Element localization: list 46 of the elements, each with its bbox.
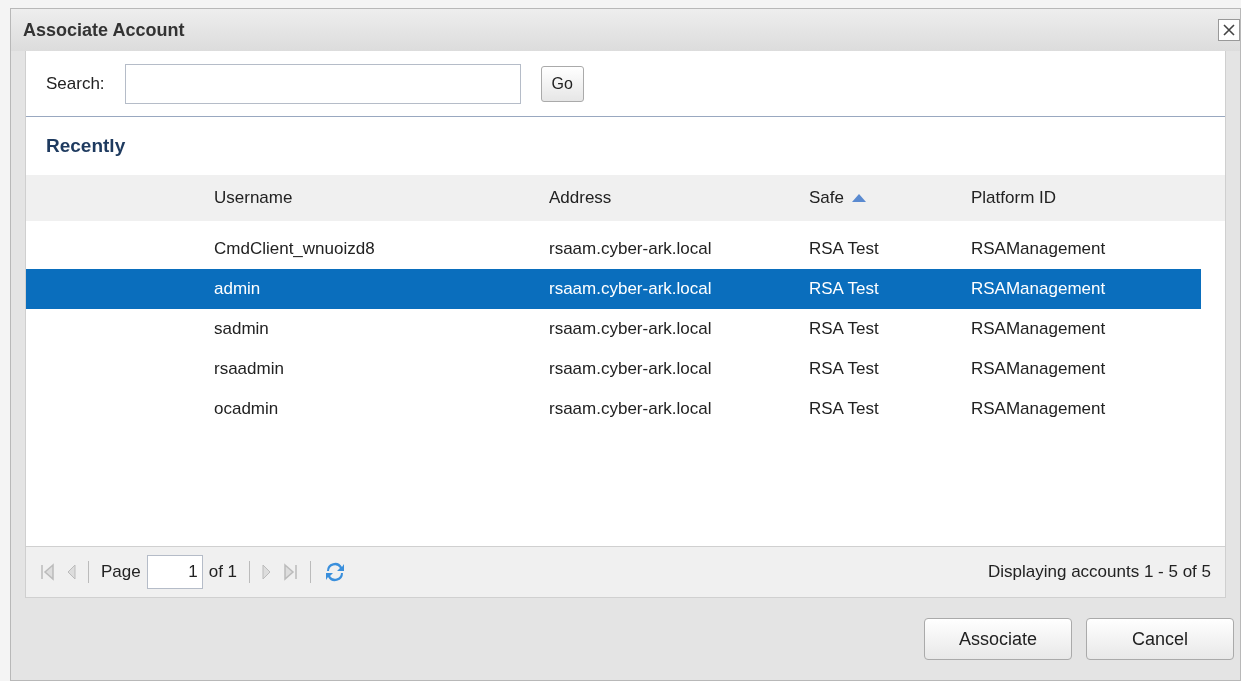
dialog-button[interactable]: Cancel <box>1086 618 1234 660</box>
table-cell-text: admin <box>214 278 262 301</box>
pager-summary: Displaying accounts 1 - 5 of 5 <box>988 561 1211 584</box>
table-cell-text: RSAManagement <box>971 318 1107 341</box>
table-cell-text: rsaam.cyber-ark.local <box>549 358 713 381</box>
table-row[interactable]: admin rsaam.cyber-ark.local RSA Test RSAManagement <box>26 269 1201 309</box>
table-cell-text: sadmin <box>214 318 270 341</box>
table-cell-text: RSA Test <box>809 358 880 381</box>
table-cell-text: RSAManagement <box>971 398 1107 421</box>
table-cell-text: RSA Test <box>809 398 880 421</box>
page-count: of 1 <box>208 561 238 584</box>
close-button[interactable] <box>1218 19 1240 41</box>
table-cell-text: rsaam.cyber-ark.local <box>549 278 713 301</box>
table-cell-text: RSA Test <box>809 238 880 261</box>
table-cell-text: CmdClient_wnuoizd8 <box>214 238 376 261</box>
close-icon <box>1222 23 1236 37</box>
search-label: Search: <box>46 72 105 95</box>
column-header[interactable]: Username <box>214 185 549 211</box>
table-cell-text: rsaam.cyber-ark.local <box>549 398 713 421</box>
table-cell-text: RSA Test <box>809 318 880 341</box>
last-page-icon[interactable] <box>284 563 299 581</box>
table-cell-text: rsaadmin <box>214 358 285 381</box>
first-page-icon[interactable] <box>40 563 54 581</box>
table-cell-text: rsaam.cyber-ark.local <box>549 318 713 341</box>
table-row[interactable]: sadmin rsaam.cyber-ark.local RSA Test RSAManagement <box>26 309 1201 349</box>
table-cell-text: RSAManagement <box>971 358 1107 381</box>
dialog-button[interactable]: Associate <box>924 618 1072 660</box>
table-cell-text: RSAManagement <box>971 238 1107 261</box>
column-header[interactable]: Address <box>549 185 809 211</box>
table-row[interactable]: CmdClient_wnuoizd8 rsaam.cyber-ark.local RSA Test RSAManagement <box>26 229 1201 269</box>
next-page-icon[interactable] <box>262 563 273 581</box>
table-row[interactable]: ocadmin rsaam.cyber-ark.local RSA Test RSAManagement <box>26 389 1201 429</box>
previous-page-icon[interactable] <box>66 563 76 581</box>
table-cell-text: RSA Test <box>809 278 880 301</box>
section-title: Recently <box>46 133 126 158</box>
table-cell-text: ocadmin <box>214 398 280 421</box>
page-label: Page <box>101 561 141 584</box>
column-header[interactable]: Platform ID <box>971 185 1201 211</box>
table-cell-text: rsaam.cyber-ark.local <box>549 238 713 261</box>
column-header[interactable]: Safe <box>809 185 971 211</box>
search-field[interactable] <box>124 63 521 104</box>
page-number-field[interactable]: 1 <box>146 555 203 589</box>
table-row[interactable]: rsaadmin rsaam.cyber-ark.local RSA Test RSAManagement <box>26 349 1201 389</box>
dialog-title: Associate Account <box>23 18 185 42</box>
go-button[interactable]: Go <box>540 65 584 102</box>
table-cell-text: RSAManagement <box>971 278 1107 301</box>
